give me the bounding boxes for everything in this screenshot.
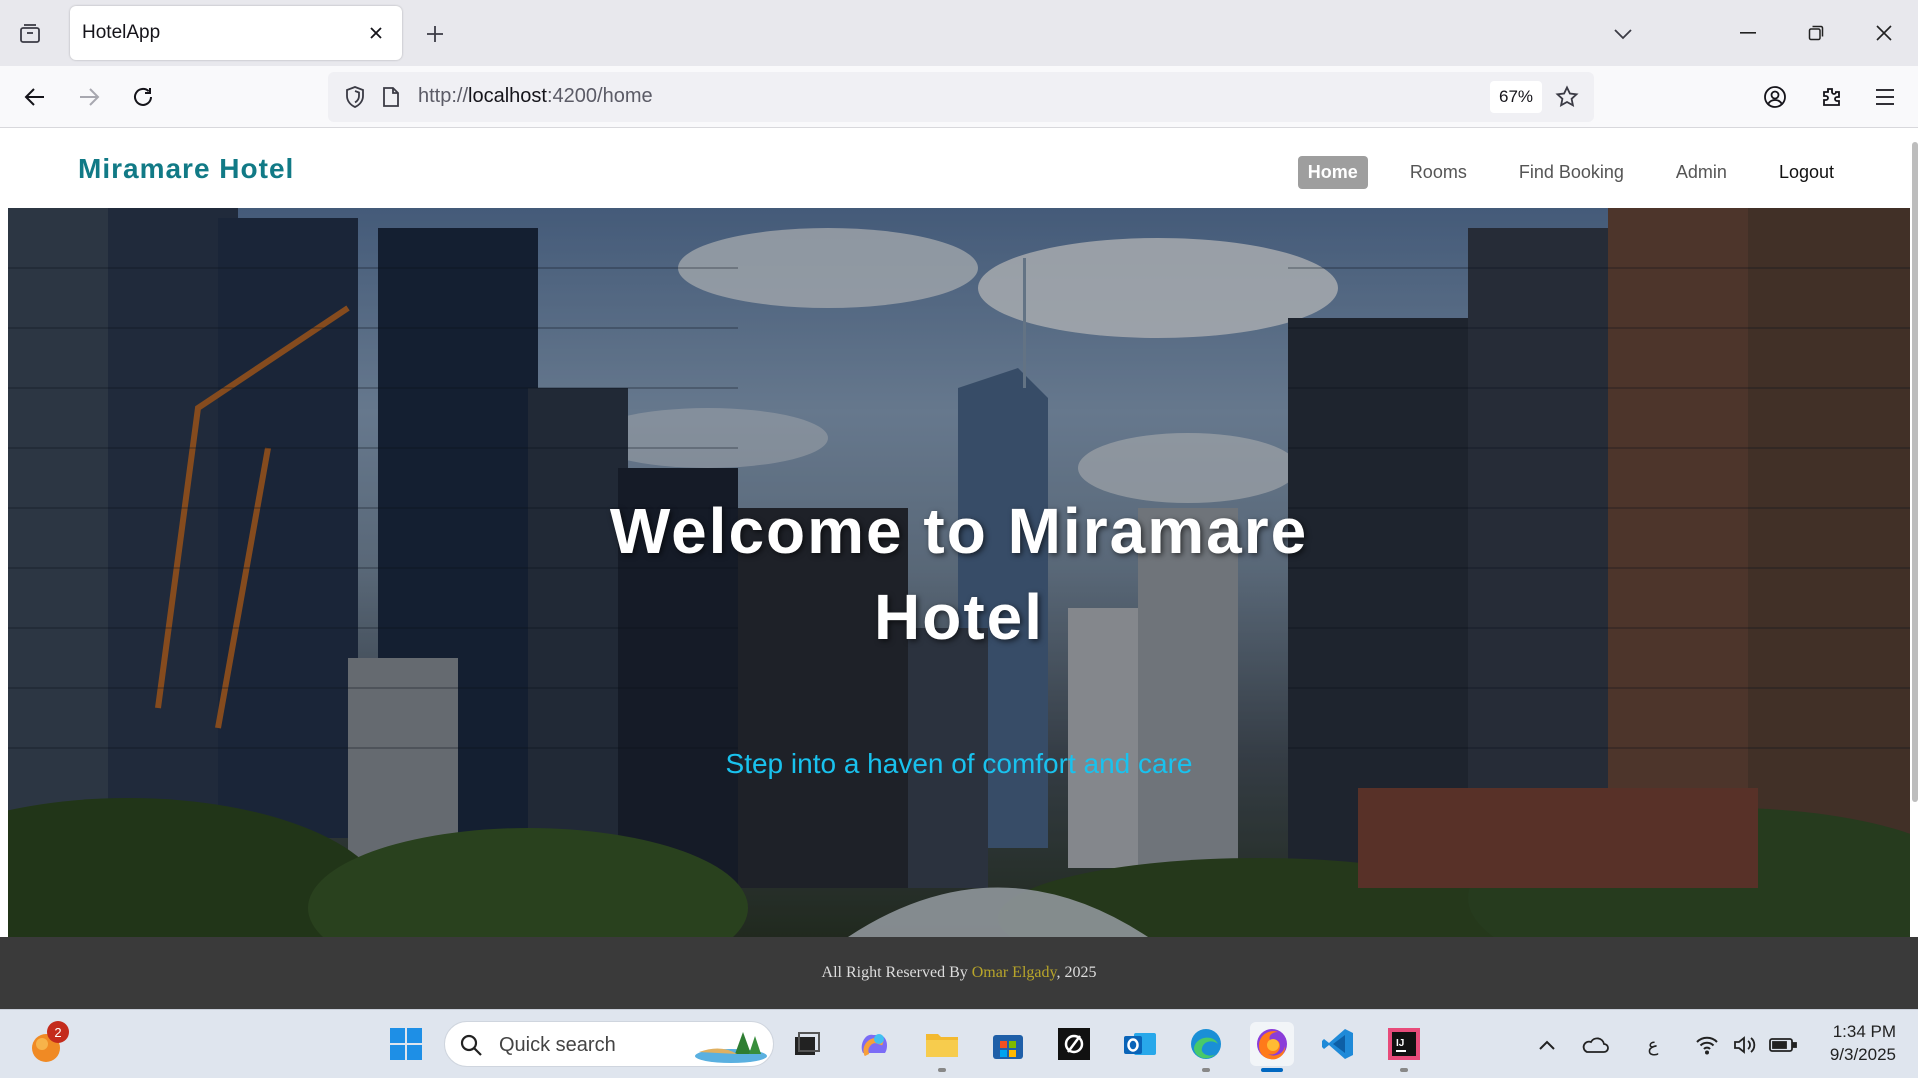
footer-author: Omar Elgady [971,964,1057,981]
site-nav: Home Rooms Find Booking Admin Logout [1280,156,1844,189]
onedrive-icon[interactable] [1580,1030,1610,1060]
url-scheme: http:// [418,85,469,107]
intellij-indicator [1400,1068,1408,1072]
browser-tab-active[interactable]: HotelApp [70,6,402,60]
search-placeholder: Quick search [499,1034,616,1056]
nav-logout-link[interactable]: Logout [1769,156,1844,189]
page-scrollbar[interactable] [1912,142,1918,802]
footer-copyright: All Right Reserved By Omar Elgady, 2025 [0,964,1918,982]
search-highlight-image [695,1032,767,1063]
search-icon [460,1034,482,1056]
restore-icon[interactable] [1796,14,1836,52]
tab-title: HotelApp [82,22,161,43]
nav-rooms-link[interactable]: Rooms [1400,156,1477,189]
copilot-icon[interactable] [852,1022,896,1066]
file-explorer-indicator [938,1068,946,1072]
outlook-icon[interactable] [1118,1022,1162,1066]
footer-suffix: , 2025 [1056,964,1097,981]
github-icon[interactable] [1052,1022,1096,1066]
firefox-icon[interactable] [1250,1022,1294,1072]
clock-date: 9/3/2025 [1829,1045,1896,1064]
tabs-dropdown-icon[interactable] [1606,17,1640,51]
footer-prefix: All Right Reserved By [821,964,972,981]
close-window-icon[interactable] [1864,14,1904,52]
tab-list-icon[interactable] [14,18,46,50]
hero-subtitle: Step into a haven of comfort and care [725,748,1193,779]
wifi-icon[interactable] [1692,1030,1722,1060]
bookmark-star-icon[interactable] [1550,80,1584,114]
page-info-icon[interactable] [374,80,408,114]
edge-indicator [1202,1068,1210,1072]
nav-find-booking-link[interactable]: Find Booking [1509,156,1634,189]
windows-taskbar: 2 Quick search IJ ع 1:34 PM 9/3/2025 [0,1009,1918,1078]
taskbar-search[interactable]: Quick search [444,1021,774,1067]
hero-title-line1: Welcome to Miramare [609,495,1309,567]
minimize-icon[interactable] [1728,14,1768,52]
firefox-indicator [1261,1068,1283,1072]
url-text[interactable]: http://localhost:4200/home [418,85,653,108]
notification-badge: 2 [47,1021,69,1043]
back-arrow-icon[interactable] [16,78,54,116]
url-host: localhost [468,85,547,107]
edge-icon[interactable] [1184,1022,1228,1072]
hero-title: Welcome to Miramare Hotel [8,488,1910,660]
battery-icon[interactable] [1768,1030,1798,1060]
extensions-icon[interactable] [1812,78,1850,116]
reload-icon[interactable] [124,78,162,116]
page-viewport: Miramare Hotel Home Rooms Find Booking A… [0,128,1918,1009]
site-header: Miramare Hotel Home Rooms Find Booking A… [8,128,1910,208]
input-language-indicator[interactable]: ع [1638,1030,1668,1060]
hero-title-line2: Hotel [874,581,1044,653]
tracking-shield-icon[interactable] [338,80,372,114]
url-path: :4200/home [546,85,653,107]
volume-icon[interactable] [1730,1030,1760,1060]
brand-logo[interactable]: Miramare Hotel [78,153,294,185]
site-footer: All Right Reserved By Omar Elgady, 2025 [0,937,1918,1009]
nav-home-link[interactable]: Home [1297,156,1368,189]
vscode-icon[interactable] [1316,1022,1360,1066]
start-icon[interactable] [384,1022,428,1066]
url-bar[interactable]: http://localhost:4200/home 67% [328,72,1594,122]
browser-tab-bar: HotelApp [0,0,1918,66]
intellij-icon[interactable]: IJ [1382,1022,1426,1072]
new-tab-icon[interactable] [418,17,452,51]
forward-arrow-icon[interactable] [70,78,108,116]
browser-nav-bar: http://localhost:4200/home 67% [0,66,1918,128]
nav-admin-link[interactable]: Admin [1666,156,1737,189]
clock-time: 1:34 PM [1832,1022,1896,1041]
menu-hamburger-icon[interactable] [1866,78,1904,116]
svg-text:IJ: IJ [1396,1038,1404,1049]
zoom-level-button[interactable]: 67% [1490,81,1543,113]
store-icon[interactable] [986,1022,1030,1066]
account-icon[interactable] [1756,78,1794,116]
taskbar-clock[interactable]: 1:34 PM 9/3/2025 [1830,1020,1896,1066]
tray-overflow-chevron-icon[interactable] [1532,1030,1562,1060]
hero-section: Welcome to Miramare Hotel Step into a ha… [8,208,1910,937]
task-view-icon[interactable] [784,1022,828,1066]
tab-close-icon[interactable] [362,19,390,47]
file-explorer-icon[interactable] [920,1022,964,1072]
